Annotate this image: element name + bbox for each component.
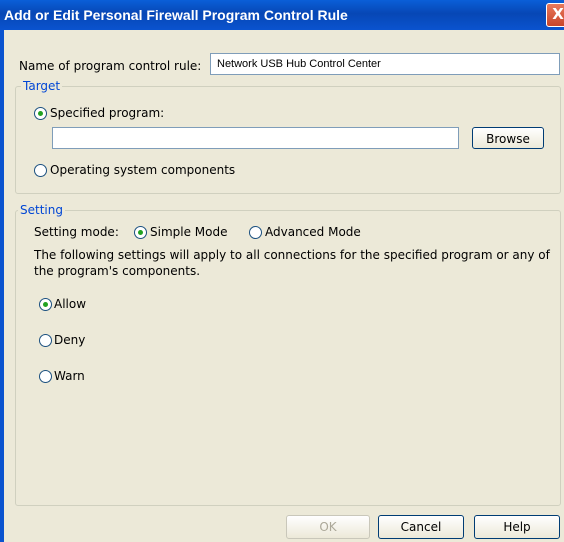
- title-bar: Add or Edit Personal Firewall Program Co…: [0, 0, 564, 30]
- rule-name-label: Name of program control rule:: [19, 59, 202, 73]
- simple-mode-radio[interactable]: [134, 226, 147, 239]
- deny-radio[interactable]: [39, 334, 52, 347]
- setting-mode-label: Setting mode:: [34, 225, 119, 239]
- close-icon: X: [552, 5, 564, 23]
- window-frame: [0, 30, 4, 542]
- simple-mode-label[interactable]: Simple Mode: [150, 225, 227, 239]
- settings-description: The following settings will apply to all…: [34, 248, 550, 278]
- browse-button-label: Browse: [486, 132, 530, 146]
- target-legend: Target: [21, 79, 63, 93]
- warn-label[interactable]: Warn: [54, 369, 85, 383]
- rule-name-value: Network USB Hub Control Center: [217, 58, 381, 70]
- window-title: Add or Edit Personal Firewall Program Co…: [4, 7, 348, 23]
- specified-program-radio[interactable]: [34, 107, 47, 120]
- os-components-label[interactable]: Operating system components: [50, 163, 235, 177]
- cancel-button[interactable]: Cancel: [378, 515, 464, 539]
- os-components-radio[interactable]: [34, 164, 47, 177]
- advanced-mode-label[interactable]: Advanced Mode: [265, 225, 361, 239]
- rule-name-input[interactable]: Network USB Hub Control Center: [210, 53, 560, 75]
- setting-legend: Setting: [18, 203, 65, 217]
- warn-radio[interactable]: [39, 370, 52, 383]
- allow-label[interactable]: Allow: [54, 297, 86, 311]
- browse-button[interactable]: Browse: [472, 127, 544, 149]
- close-button[interactable]: X: [546, 3, 564, 27]
- deny-label[interactable]: Deny: [54, 333, 85, 347]
- advanced-mode-radio[interactable]: [249, 226, 262, 239]
- help-button-label: Help: [503, 520, 531, 534]
- program-path-input[interactable]: [52, 127, 459, 149]
- help-button[interactable]: Help: [474, 515, 560, 539]
- cancel-button-label: Cancel: [400, 520, 442, 534]
- ok-button-label: OK: [319, 520, 337, 534]
- allow-radio[interactable]: [39, 298, 52, 311]
- specified-program-label[interactable]: Specified program:: [50, 106, 164, 120]
- ok-button[interactable]: OK: [286, 515, 370, 539]
